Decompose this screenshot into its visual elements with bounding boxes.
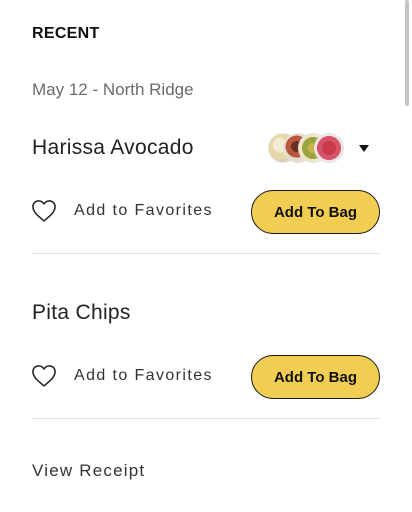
add-to-favorites-label: Add to Favorites: [74, 367, 213, 384]
item-name: Pita Chips: [32, 301, 131, 324]
recent-orders-page: RECENT May 12 - North Ridge Harissa Avoc…: [0, 0, 412, 512]
add-to-bag-button[interactable]: Add To Bag: [251, 355, 380, 399]
heart-outline-icon: [32, 200, 56, 222]
item-name: Harissa Avocado: [32, 136, 194, 159]
ingredient-thumb: [314, 133, 344, 163]
caret-down-icon[interactable]: [359, 145, 369, 152]
section-heading: RECENT: [32, 25, 100, 42]
heart-outline-icon: [32, 365, 56, 387]
view-receipt-link[interactable]: View Receipt: [32, 461, 145, 481]
scrollbar[interactable]: [405, 0, 409, 106]
add-to-favorites-label: Add to Favorites: [74, 202, 213, 219]
ingredient-thumbnails[interactable]: [268, 133, 348, 163]
add-to-favorites-button[interactable]: Add to Favorites: [30, 361, 213, 391]
divider: [32, 253, 380, 254]
order-date-location: May 12 - North Ridge: [32, 80, 194, 99]
divider: [32, 418, 380, 419]
add-to-bag-button[interactable]: Add To Bag: [251, 190, 380, 234]
add-to-favorites-button[interactable]: Add to Favorites: [30, 196, 213, 226]
